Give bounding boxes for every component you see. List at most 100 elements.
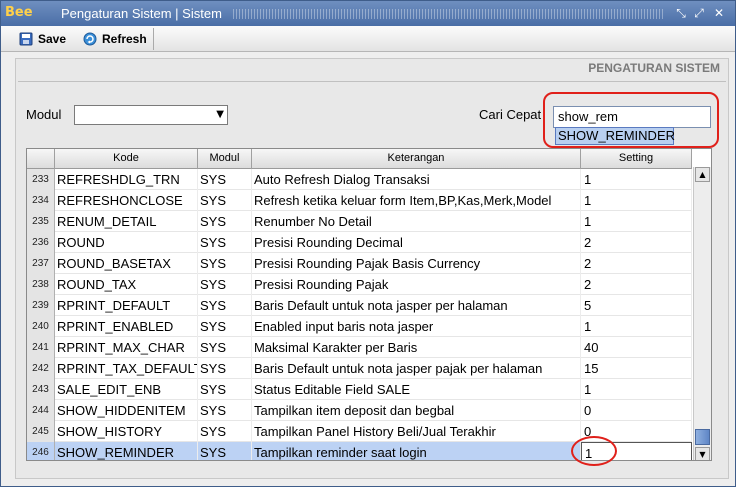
cell-keterangan: Tampilkan reminder saat login (252, 442, 581, 460)
row-number-header (27, 149, 55, 169)
table-row[interactable]: 239 RPRINT_DEFAULT SYS Baris Default untuk … (27, 295, 692, 316)
cell-kode: RPRINT_MAX_CHAR (55, 337, 198, 358)
cell-setting[interactable]: 5 (581, 295, 692, 316)
row-number: 234 (27, 190, 55, 211)
row-number: 242 (27, 358, 55, 379)
cell-modul: SYS (198, 274, 252, 295)
column-header-keterangan[interactable]: Keterangan (252, 149, 581, 169)
cell-kode: SALE_EDIT_ENB (55, 379, 198, 400)
cell-modul: SYS (198, 295, 252, 316)
column-header-setting[interactable]: Setting (581, 149, 692, 169)
minimize-icon[interactable]: ⤡ (673, 5, 689, 21)
table-row[interactable]: 235 RENUM_DETAIL SYS Renumber No Detail 1 (27, 211, 692, 232)
vertical-scrollbar[interactable]: ▲ ▼ (693, 167, 711, 460)
refresh-button[interactable]: Refresh (83, 29, 147, 49)
cell-modul: SYS (198, 190, 252, 211)
app-window: Bee Pengaturan Sistem | Sistem ⤡ ⤢ ✕ Sav… (0, 0, 736, 487)
search-label: Cari Cepat (479, 107, 542, 122)
save-label: Save (38, 32, 67, 46)
window-title: Pengaturan Sistem | Sistem (61, 6, 222, 21)
cell-keterangan: Presisi Rounding Pajak Basis Currency (252, 253, 581, 274)
row-number: 244 (27, 400, 55, 421)
cell-modul: SYS (198, 400, 252, 421)
row-number: 243 (27, 379, 55, 400)
table-header: Kode Modul Keterangan Setting (27, 149, 692, 169)
row-number: 235 (27, 211, 55, 232)
table-row[interactable]: 242 RPRINT_TAX_DEFAULT SYS Baris Default un… (27, 358, 692, 379)
cell-keterangan: Auto Refresh Dialog Transaksi (252, 169, 581, 190)
table-row[interactable]: 236 ROUND SYS Presisi Rounding Decimal 2 (27, 232, 692, 253)
cell-modul: SYS (198, 253, 252, 274)
modul-dropdown[interactable]: ▼ (74, 105, 228, 125)
cell-setting[interactable]: 1 (581, 316, 692, 337)
cell-kode: ROUND_BASETAX (55, 253, 198, 274)
maximize-icon[interactable]: ⤢ (691, 5, 707, 21)
cell-kode: ROUND_TAX (55, 274, 198, 295)
cell-kode: RPRINT_TAX_DEFAULT (55, 358, 198, 379)
cell-setting[interactable]: 0 (581, 400, 692, 421)
table-row[interactable]: 243 SALE_EDIT_ENB SYS Status Editable Field… (27, 379, 692, 400)
cell-keterangan: Tampilkan Panel History Beli/Jual Terakh… (252, 421, 581, 442)
cell-setting[interactable]: 40 (581, 337, 692, 358)
cell-keterangan: Status Editable Field SALE (252, 379, 581, 400)
section-divider (18, 81, 726, 82)
cell-setting[interactable]: 2 (581, 232, 692, 253)
cell-setting[interactable]: 1 (581, 211, 692, 232)
cell-keterangan: Baris Default untuk nota jasper per hala… (252, 295, 581, 316)
cell-keterangan: Refresh ketika keluar form Item,BP,Kas,M… (252, 190, 581, 211)
cell-modul: SYS (198, 358, 252, 379)
cell-modul: SYS (198, 211, 252, 232)
cell-keterangan: Renumber No Detail (252, 211, 581, 232)
setting-highlight-annotation (571, 436, 617, 466)
scroll-down-icon[interactable]: ▼ (695, 447, 710, 460)
cell-setting[interactable]: 1 (581, 169, 692, 190)
cell-keterangan: Presisi Rounding Pajak (252, 274, 581, 295)
table-row[interactable]: 238 ROUND_TAX SYS Presisi Rounding Pajak 2 (27, 274, 692, 295)
table-row[interactable]: 237 ROUND_BASETAX SYS Presisi Rounding Paja… (27, 253, 692, 274)
table-row[interactable]: 233 REFRESHDLG_TRN SYS Auto Refresh Dialog … (27, 169, 692, 190)
refresh-icon (83, 32, 97, 46)
save-button[interactable]: Save (19, 29, 66, 49)
cell-kode: REFRESHONCLOSE (55, 190, 198, 211)
scrollbar-thumb[interactable] (695, 429, 710, 445)
column-header-kode[interactable]: Kode (55, 149, 198, 169)
cell-kode: SHOW_HISTORY (55, 421, 198, 442)
settings-table: Kode Modul Keterangan Setting 233 REFRESH… (26, 148, 712, 461)
table-body: 233 REFRESHDLG_TRN SYS Auto Refresh Dialog … (27, 169, 692, 460)
cell-kode: SHOW_REMINDER (55, 442, 198, 460)
table-row[interactable]: 240 RPRINT_ENABLED SYS Enabled input baris … (27, 316, 692, 337)
title-bar[interactable]: Bee Pengaturan Sistem | Sistem ⤡ ⤢ ✕ (1, 1, 735, 26)
cell-kode: REFRESHDLG_TRN (55, 169, 198, 190)
scroll-up-icon[interactable]: ▲ (695, 167, 710, 182)
row-number: 238 (27, 274, 55, 295)
row-number: 239 (27, 295, 55, 316)
cell-kode: RPRINT_DEFAULT (55, 295, 198, 316)
cell-kode: RPRINT_ENABLED (55, 316, 198, 337)
table-row[interactable]: 244 SHOW_HIDDENITEM SYS Tampilkan item depo… (27, 400, 692, 421)
cell-modul: SYS (198, 169, 252, 190)
column-header-modul[interactable]: Modul (198, 149, 252, 169)
table-row[interactable]: 234 REFRESHONCLOSE SYS Refresh ketika kelua… (27, 190, 692, 211)
cell-setting[interactable]: 1 (581, 190, 692, 211)
cell-setting[interactable]: 2 (581, 253, 692, 274)
cell-setting[interactable]: 2 (581, 274, 692, 295)
toolbar-separator (153, 28, 154, 50)
table-row[interactable]: 241 RPRINT_MAX_CHAR SYS Maksimal Karakter p… (27, 337, 692, 358)
cell-setting[interactable]: 1 (581, 379, 692, 400)
cell-keterangan: Maksimal Karakter per Baris (252, 337, 581, 358)
chevron-down-icon[interactable]: ▼ (216, 109, 224, 120)
close-icon[interactable]: ✕ (711, 5, 727, 21)
cell-setting[interactable]: 15 (581, 358, 692, 379)
cell-modul: SYS (198, 232, 252, 253)
cell-kode: SHOW_HIDDENITEM (55, 400, 198, 421)
title-grip (233, 9, 663, 19)
cell-modul: SYS (198, 421, 252, 442)
cell-modul: SYS (198, 442, 252, 460)
toolbar: Save Refresh (1, 26, 735, 52)
refresh-label: Refresh (102, 32, 147, 46)
row-number: 245 (27, 421, 55, 442)
floppy-disk-icon (19, 32, 33, 46)
cell-keterangan: Baris Default untuk nota jasper pajak pe… (252, 358, 581, 379)
app-logo: Bee (5, 5, 33, 20)
row-number: 240 (27, 316, 55, 337)
